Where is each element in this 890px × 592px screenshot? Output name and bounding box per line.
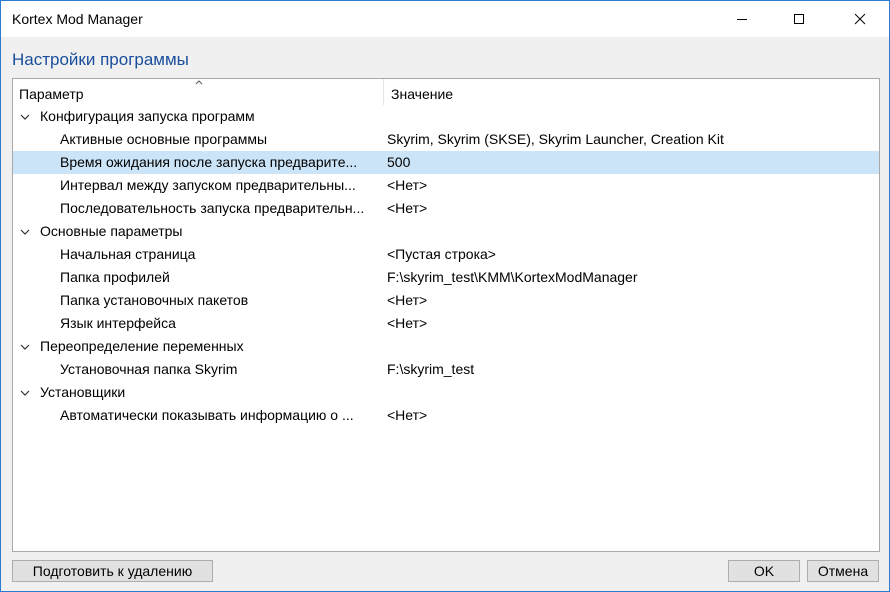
table-row[interactable]: Начальная страница <Пустая строка> <box>13 243 879 266</box>
param-value[interactable]: <Пустая строка> <box>387 246 873 262</box>
param-name: Время ожидания после запуска предварите.… <box>60 154 358 170</box>
close-button[interactable] <box>837 1 883 37</box>
chevron-down-icon[interactable] <box>19 111 31 123</box>
param-name: Интервал между запуском предварительны..… <box>60 177 356 193</box>
param-name: Установочная папка Skyrim <box>60 361 238 377</box>
maximize-icon <box>794 14 804 24</box>
param-value[interactable]: 500 <box>387 154 873 170</box>
param-name: Активные основные программы <box>60 131 268 147</box>
param-name: Папка профилей <box>60 269 170 285</box>
table-row[interactable]: Папка установочных пакетов <Нет> <box>13 289 879 312</box>
group-row[interactable]: Основные параметры <box>13 220 879 243</box>
param-value[interactable]: <Нет> <box>387 177 873 193</box>
settings-window: Kortex Mod Manager Настройки программы П… <box>0 0 890 592</box>
group-row[interactable]: Конфигурация запуска программ <box>13 105 879 128</box>
param-name: Язык интерфейса <box>60 315 176 331</box>
close-icon <box>854 13 866 25</box>
group-label: Основные параметры <box>40 223 183 239</box>
prepare-uninstall-button[interactable]: Подготовить к удалению <box>12 560 213 582</box>
table-row[interactable]: Установочная папка Skyrim F:\skyrim_test <box>13 358 879 381</box>
param-value[interactable]: <Нет> <box>387 292 873 308</box>
page-title: Настройки программы <box>12 50 189 69</box>
group-label: Конфигурация запуска программ <box>40 108 255 124</box>
table-row[interactable]: Автоматически показывать информацию о ..… <box>13 404 879 427</box>
chevron-down-icon[interactable] <box>19 387 31 399</box>
chevron-down-icon[interactable] <box>19 226 31 238</box>
param-name: Начальная страница <box>60 246 196 262</box>
minimize-icon <box>737 19 747 20</box>
table-row[interactable]: Папка профилей F:\skyrim_test\KMM\KortexM… <box>13 266 879 289</box>
param-value[interactable]: <Нет> <box>387 407 873 423</box>
table-header: Параметр Значение <box>13 79 879 105</box>
column-header-param[interactable]: Параметр <box>19 86 84 102</box>
table-row[interactable]: Активные основные программы Skyrim, Skyri… <box>13 128 879 151</box>
chevron-down-icon[interactable] <box>19 341 31 353</box>
param-value[interactable]: Skyrim, Skyrim (SKSE), Skyrim Launcher, … <box>387 131 873 147</box>
param-name: Последовательность запуска предварительн… <box>60 200 365 216</box>
param-name: Автоматически показывать информацию о ..… <box>60 407 354 423</box>
param-value[interactable]: <Нет> <box>387 315 873 331</box>
table-row[interactable]: Последовательность запуска предварительн… <box>13 197 879 220</box>
group-row[interactable]: Переопределение переменных <box>13 335 879 358</box>
param-value[interactable]: F:\skyrim_test\KMM\KortexModManager <box>387 269 873 285</box>
param-value[interactable]: <Нет> <box>387 200 873 216</box>
column-separator[interactable] <box>383 79 384 105</box>
maximize-button[interactable] <box>776 1 822 37</box>
table-row[interactable]: Интервал между запуском предварительны..… <box>13 174 879 197</box>
table-row[interactable]: Время ожидания после запуска предварите.… <box>13 151 879 174</box>
minimize-button[interactable] <box>719 1 765 37</box>
sort-ascending-icon <box>195 80 203 85</box>
ok-button[interactable]: OK <box>728 560 800 582</box>
param-value[interactable]: F:\skyrim_test <box>387 361 873 377</box>
group-row[interactable]: Установщики <box>13 381 879 404</box>
table-row[interactable]: Язык интерфейса <Нет> <box>13 312 879 335</box>
table-body: Конфигурация запуска программ Активные ос… <box>13 105 879 427</box>
group-label: Установщики <box>40 384 126 400</box>
column-header-value[interactable]: Значение <box>391 86 453 102</box>
cancel-button[interactable]: Отмена <box>807 560 879 582</box>
param-name: Папка установочных пакетов <box>60 292 249 308</box>
settings-table: Параметр Значение Конфигурация запуска п… <box>12 78 880 552</box>
title-bar[interactable]: Kortex Mod Manager <box>1 1 889 37</box>
group-label: Переопределение переменных <box>40 338 244 354</box>
window-title: Kortex Mod Manager <box>12 11 143 27</box>
